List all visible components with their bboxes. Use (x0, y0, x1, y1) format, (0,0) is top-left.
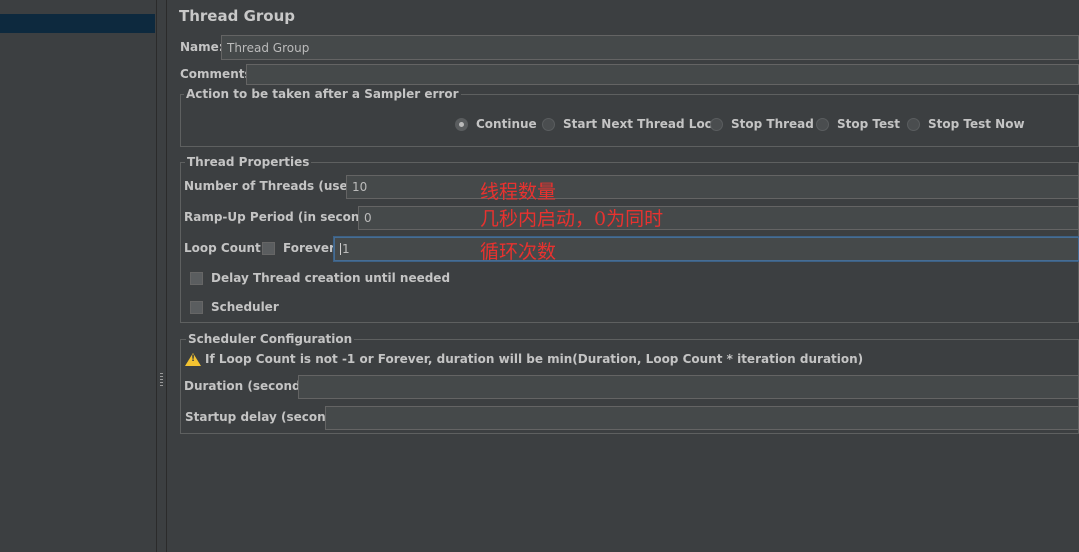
checkbox-icon[interactable] (262, 241, 275, 255)
comments-field[interactable] (246, 64, 1079, 85)
scheduler-config-legend: Scheduler Configuration (186, 332, 355, 346)
radio-stop-test-now-label: Stop Test Now (928, 117, 1025, 131)
pane-splitter[interactable] (156, 0, 167, 552)
radio-icon[interactable] (710, 117, 723, 131)
radio-continue[interactable]: Continue (455, 117, 537, 131)
rampup-input[interactable]: 0 (358, 206, 1079, 230)
splitter-grip-icon[interactable] (160, 373, 163, 387)
radio-icon[interactable] (907, 117, 920, 131)
radio-stop-thread[interactable]: Stop Thread (710, 117, 814, 131)
num-threads-label: Number of Threads (users): (184, 179, 372, 193)
rampup-value: 0 (364, 211, 372, 225)
thread-group-panel: Thread Group Name: Thread Group Comments… (168, 0, 1079, 552)
duration-label: Duration (seconds) (184, 379, 314, 393)
forever-checkbox[interactable]: Forever (262, 241, 335, 255)
radio-icon[interactable] (816, 117, 829, 131)
radio-continue-label: Continue (476, 117, 537, 131)
radio-stop-thread-label: Stop Thread (731, 117, 814, 131)
name-value: Thread Group (227, 40, 310, 55)
page-title: Thread Group (179, 7, 295, 25)
scheduler-label: Scheduler (211, 300, 279, 314)
rampup-label: Ramp-Up Period (in seconds): (184, 210, 386, 224)
annotation-loop: 循环次数 (480, 241, 557, 263)
delay-thread-checkbox[interactable]: Delay Thread creation until needed (190, 271, 450, 285)
radio-start-next-thread-loop[interactable]: Start Next Thread Loop (542, 117, 722, 131)
name-field[interactable]: Thread Group (221, 35, 1079, 60)
radio-icon[interactable] (542, 117, 555, 131)
text-caret (340, 243, 341, 255)
checkbox-icon[interactable] (190, 300, 203, 314)
tree-selected-row[interactable] (0, 14, 155, 33)
forever-label: Forever (283, 241, 335, 255)
delay-thread-label: Delay Thread creation until needed (211, 271, 451, 285)
radio-selected-icon[interactable] (455, 117, 468, 131)
test-plan-tree[interactable] (0, 0, 157, 552)
radio-stop-test[interactable]: Stop Test (816, 117, 900, 131)
loop-count-input[interactable]: 1 (334, 237, 1079, 261)
comments-label: Comments: (180, 67, 257, 81)
startup-delay-input[interactable] (325, 406, 1079, 430)
name-label: Name: (180, 40, 224, 54)
duration-input[interactable] (298, 375, 1079, 399)
scheduler-warning-text: If Loop Count is not -1 or Forever, dura… (205, 352, 864, 366)
num-threads-input[interactable]: 10 (346, 175, 1079, 199)
warning-icon (185, 352, 201, 366)
checkbox-icon[interactable] (190, 271, 203, 285)
num-threads-value: 10 (352, 180, 368, 194)
scheduler-checkbox[interactable]: Scheduler (190, 300, 279, 314)
startup-delay-label: Startup delay (seconds) (185, 410, 347, 424)
thread-properties-legend: Thread Properties (185, 155, 312, 169)
loop-count-label: Loop Count: (184, 241, 266, 255)
sampler-error-legend: Action to be taken after a Sampler error (184, 87, 461, 101)
radio-start-next-label: Start Next Thread Loop (563, 117, 722, 131)
annotation-rampup: 几秒内启动，0为同时 (480, 208, 664, 230)
radio-stop-test-now[interactable]: Stop Test Now (907, 117, 1025, 131)
scheduler-warning: If Loop Count is not -1 or Forever, dura… (185, 352, 863, 366)
annotation-threads: 线程数量 (480, 181, 557, 203)
radio-stop-test-label: Stop Test (837, 117, 900, 131)
loop-count-value: 1 (342, 242, 350, 256)
